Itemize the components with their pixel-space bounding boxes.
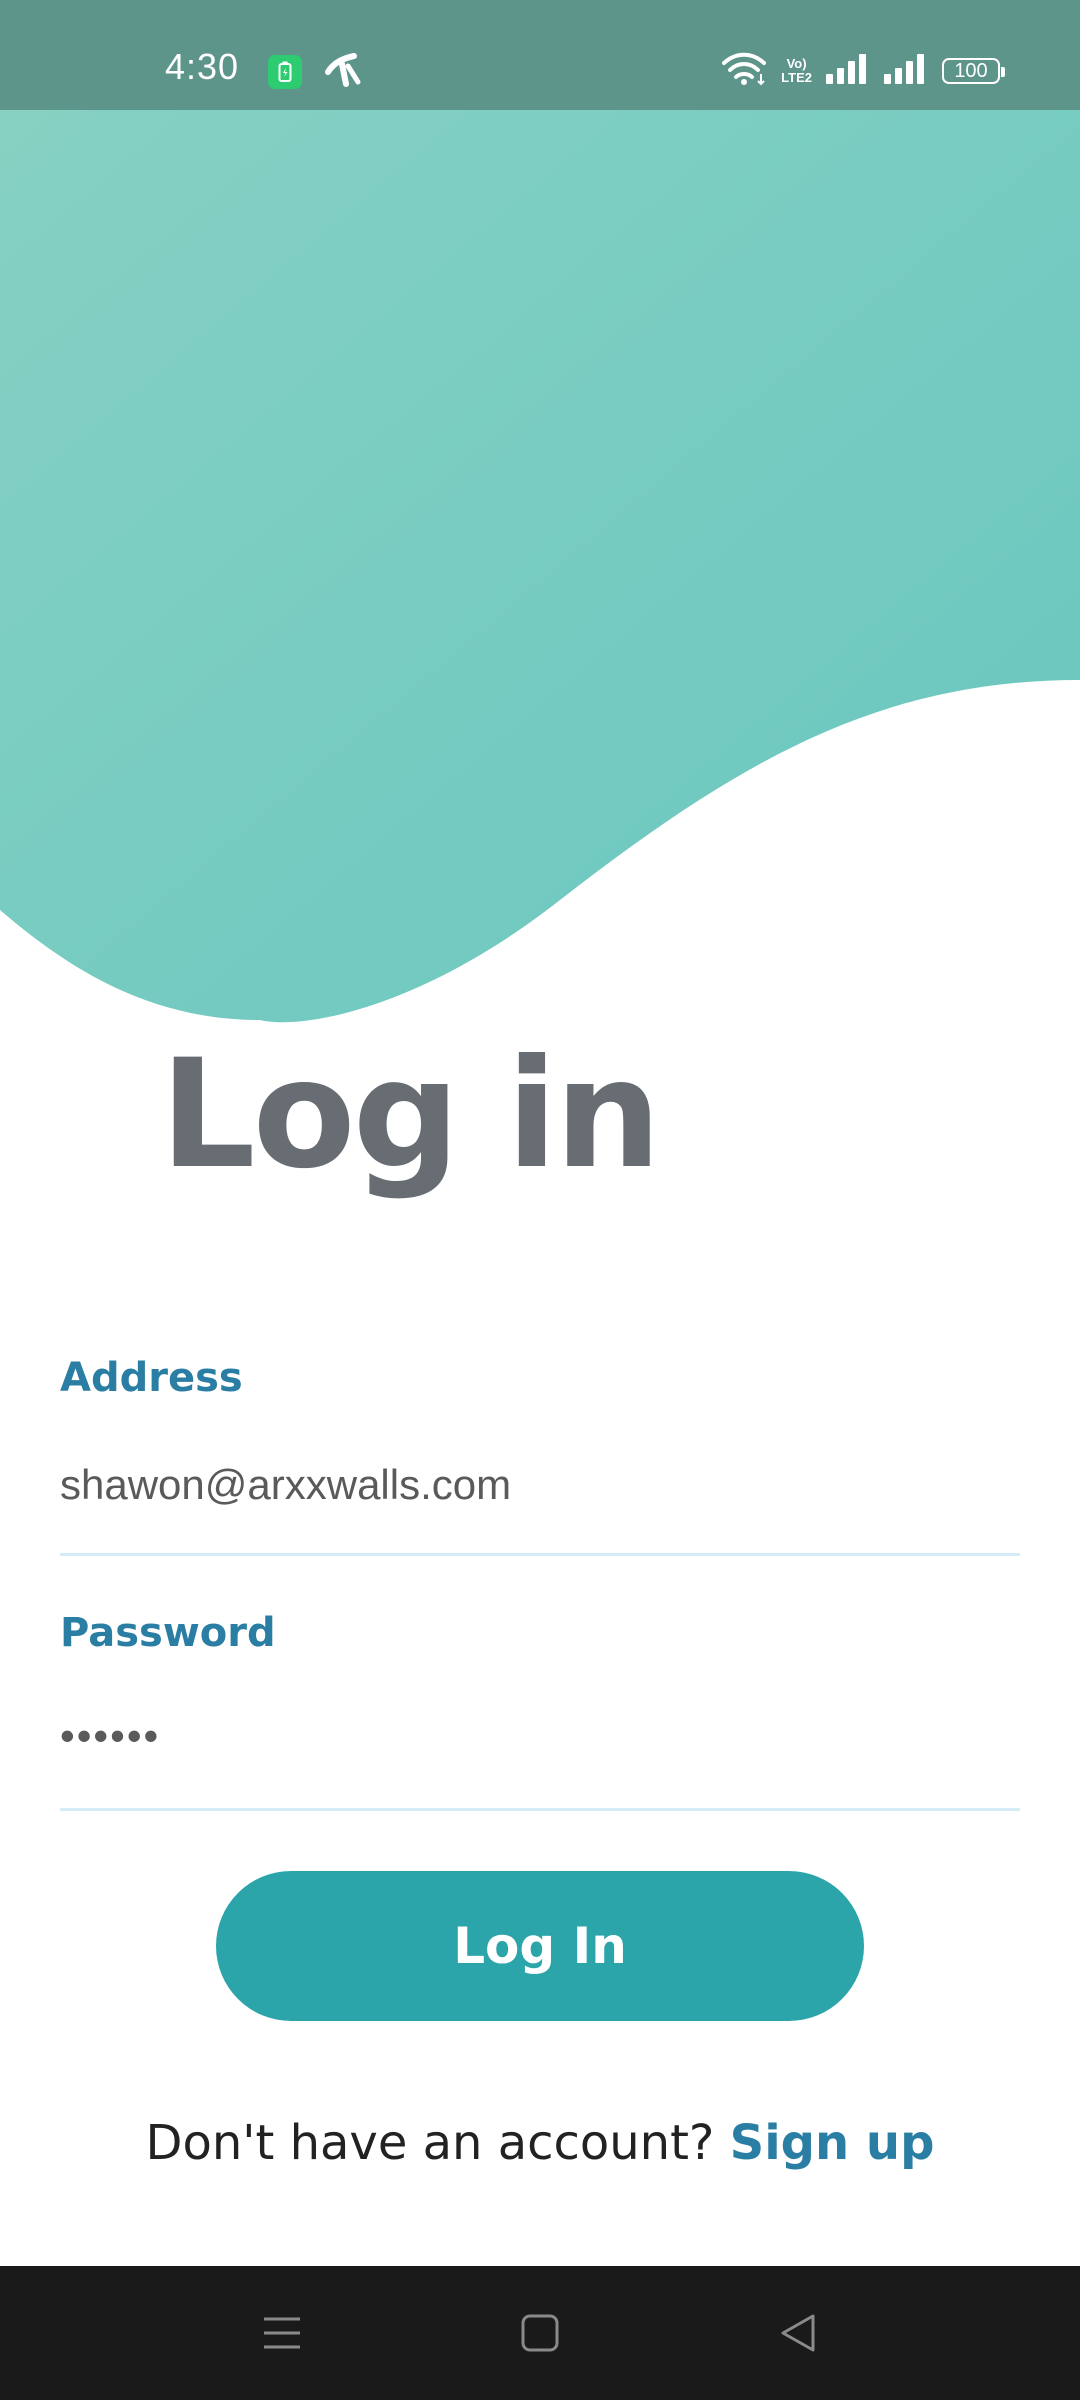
back-icon: [781, 2314, 815, 2352]
volte-indicator: Vo) LTE2: [781, 57, 812, 85]
battery-saver-icon: [268, 55, 302, 89]
signal-icon-sim2: [884, 54, 928, 88]
nav-back-button[interactable]: [738, 2266, 858, 2400]
page-title: Log in: [160, 1028, 661, 1202]
address-input[interactable]: [60, 1445, 1020, 1525]
nav-menu-button[interactable]: [222, 2266, 342, 2400]
header-wave-background: [0, 110, 1080, 1023]
status-icons-right: Vo) LTE2 100: [721, 52, 1005, 90]
wifi-icon: [721, 52, 767, 90]
address-label: Address: [60, 1355, 243, 1401]
address-underline: [60, 1553, 1020, 1556]
password-label: Password: [60, 1610, 276, 1656]
nav-home-button[interactable]: [480, 2266, 600, 2400]
volte-top-text: Vo): [786, 56, 807, 71]
status-time: 4:30: [165, 46, 240, 87]
status-icons-left: [268, 52, 364, 92]
password-input[interactable]: [60, 1696, 1020, 1776]
signal-icon-sim1: [826, 54, 870, 88]
login-button[interactable]: Log In: [216, 1871, 864, 2021]
signup-row: Don't have an account? Sign up: [0, 2115, 1080, 2171]
password-underline: [60, 1808, 1020, 1811]
status-bar: 4:30 Vo) LTE2 100: [0, 0, 1080, 110]
signup-link[interactable]: Sign up: [730, 2115, 935, 2171]
battery-icon: 100: [942, 58, 1005, 84]
navigation-bar: [0, 2266, 1080, 2400]
battery-level: 100: [954, 59, 988, 82]
volte-bottom-text: LTE2: [781, 70, 812, 85]
home-icon: [521, 2314, 559, 2352]
menu-icon: [264, 2317, 300, 2349]
signup-prompt: Don't have an account?: [145, 2115, 730, 2171]
carrier-logo-icon: [324, 52, 364, 92]
